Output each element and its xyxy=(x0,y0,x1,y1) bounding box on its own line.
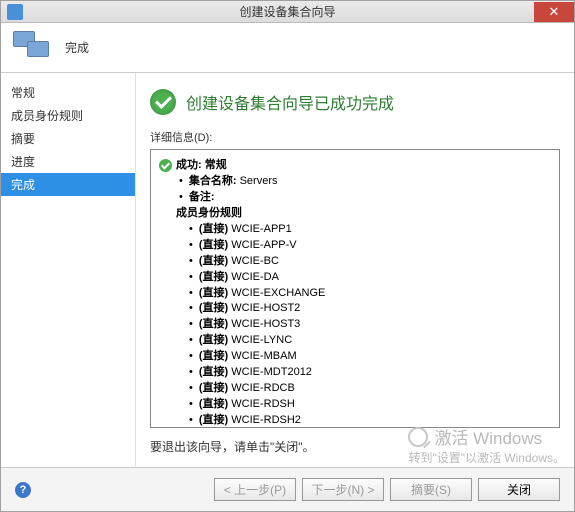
rule-item: (直接) WCIE-LYNC xyxy=(189,333,551,349)
close-icon[interactable]: ✕ xyxy=(534,2,574,22)
summary-button: 摘要(S) xyxy=(390,478,472,501)
rule-item: (直接) WCIE-HOST2 xyxy=(189,301,551,317)
next-button: 下一步(N) > xyxy=(302,478,384,501)
rule-item: (直接) WCIE-DA xyxy=(189,270,551,286)
rule-item: (直接) WCIE-RDSH2 xyxy=(189,413,551,428)
rule-item: (直接) WCIE-HOST3 xyxy=(189,317,551,333)
rule-item: (直接) WCIE-EXCHANGE xyxy=(189,286,551,302)
success-value: 常规 xyxy=(205,159,227,171)
rule-item: (直接) WCIE-RDSH xyxy=(189,397,551,413)
sidebar-item-1[interactable]: 成员身份规则 xyxy=(1,104,135,127)
close-button[interactable]: 关闭 xyxy=(478,478,560,501)
details-box[interactable]: 成功: 常规 集合名称: Servers备注: 成员身份规则 (直接) WCIE… xyxy=(150,149,560,428)
help-icon[interactable]: ? xyxy=(15,482,31,498)
sidebar-item-4[interactable]: 完成 xyxy=(1,173,135,196)
rule-item: (直接) WCIE-BC xyxy=(189,254,551,270)
exit-instruction: 要退出该向导，请单击"关闭"。 xyxy=(150,438,560,455)
completion-text: 创建设备集合向导已成功完成 xyxy=(186,90,394,114)
check-icon xyxy=(159,159,172,172)
rules-title: 成员身份规则 xyxy=(176,206,551,222)
summary-item: 备注: xyxy=(179,190,551,206)
summary-list: 集合名称: Servers备注: xyxy=(179,174,551,206)
wizard-window: 创建设备集合向导 ✕ 完成 常规成员身份规则摘要进度完成 创建设备集合向导已成功… xyxy=(0,0,575,512)
titlebar: 创建设备集合向导 ✕ xyxy=(1,1,574,23)
rule-item: (直接) WCIE-MDT2012 xyxy=(189,365,551,381)
window-title: 创建设备集合向导 xyxy=(239,3,335,20)
step-title: 完成 xyxy=(65,39,89,56)
rule-item: (直接) WCIE-MBAM xyxy=(189,349,551,365)
sidebar-item-2[interactable]: 摘要 xyxy=(1,127,135,150)
rule-item: (直接) WCIE-APP1 xyxy=(189,222,551,238)
sidebar-item-3[interactable]: 进度 xyxy=(1,150,135,173)
success-check-icon xyxy=(150,89,176,115)
devices-icon xyxy=(13,31,51,65)
prev-button: < 上一步(P) xyxy=(214,478,296,501)
rules-list: (直接) WCIE-APP1(直接) WCIE-APP-V(直接) WCIE-B… xyxy=(189,222,551,428)
sidebar: 常规成员身份规则摘要进度完成 xyxy=(1,73,136,467)
main-panel: 创建设备集合向导已成功完成 详细信息(D): 成功: 常规 集合名称: Serv… xyxy=(136,73,574,467)
wizard-header: 完成 xyxy=(1,23,574,73)
rule-item: (直接) WCIE-RDCB xyxy=(189,381,551,397)
footer: ? < 上一步(P) 下一步(N) > 摘要(S) 关闭 xyxy=(1,467,574,511)
sidebar-item-0[interactable]: 常规 xyxy=(1,81,135,104)
success-row: 成功: 常规 xyxy=(159,158,551,174)
completion-heading: 创建设备集合向导已成功完成 xyxy=(150,89,560,115)
success-prefix: 成功: xyxy=(176,159,202,171)
app-icon xyxy=(7,4,23,20)
summary-item: 集合名称: Servers xyxy=(179,174,551,190)
rule-item: (直接) WCIE-APP-V xyxy=(189,238,551,254)
details-label: 详细信息(D): xyxy=(150,129,560,145)
